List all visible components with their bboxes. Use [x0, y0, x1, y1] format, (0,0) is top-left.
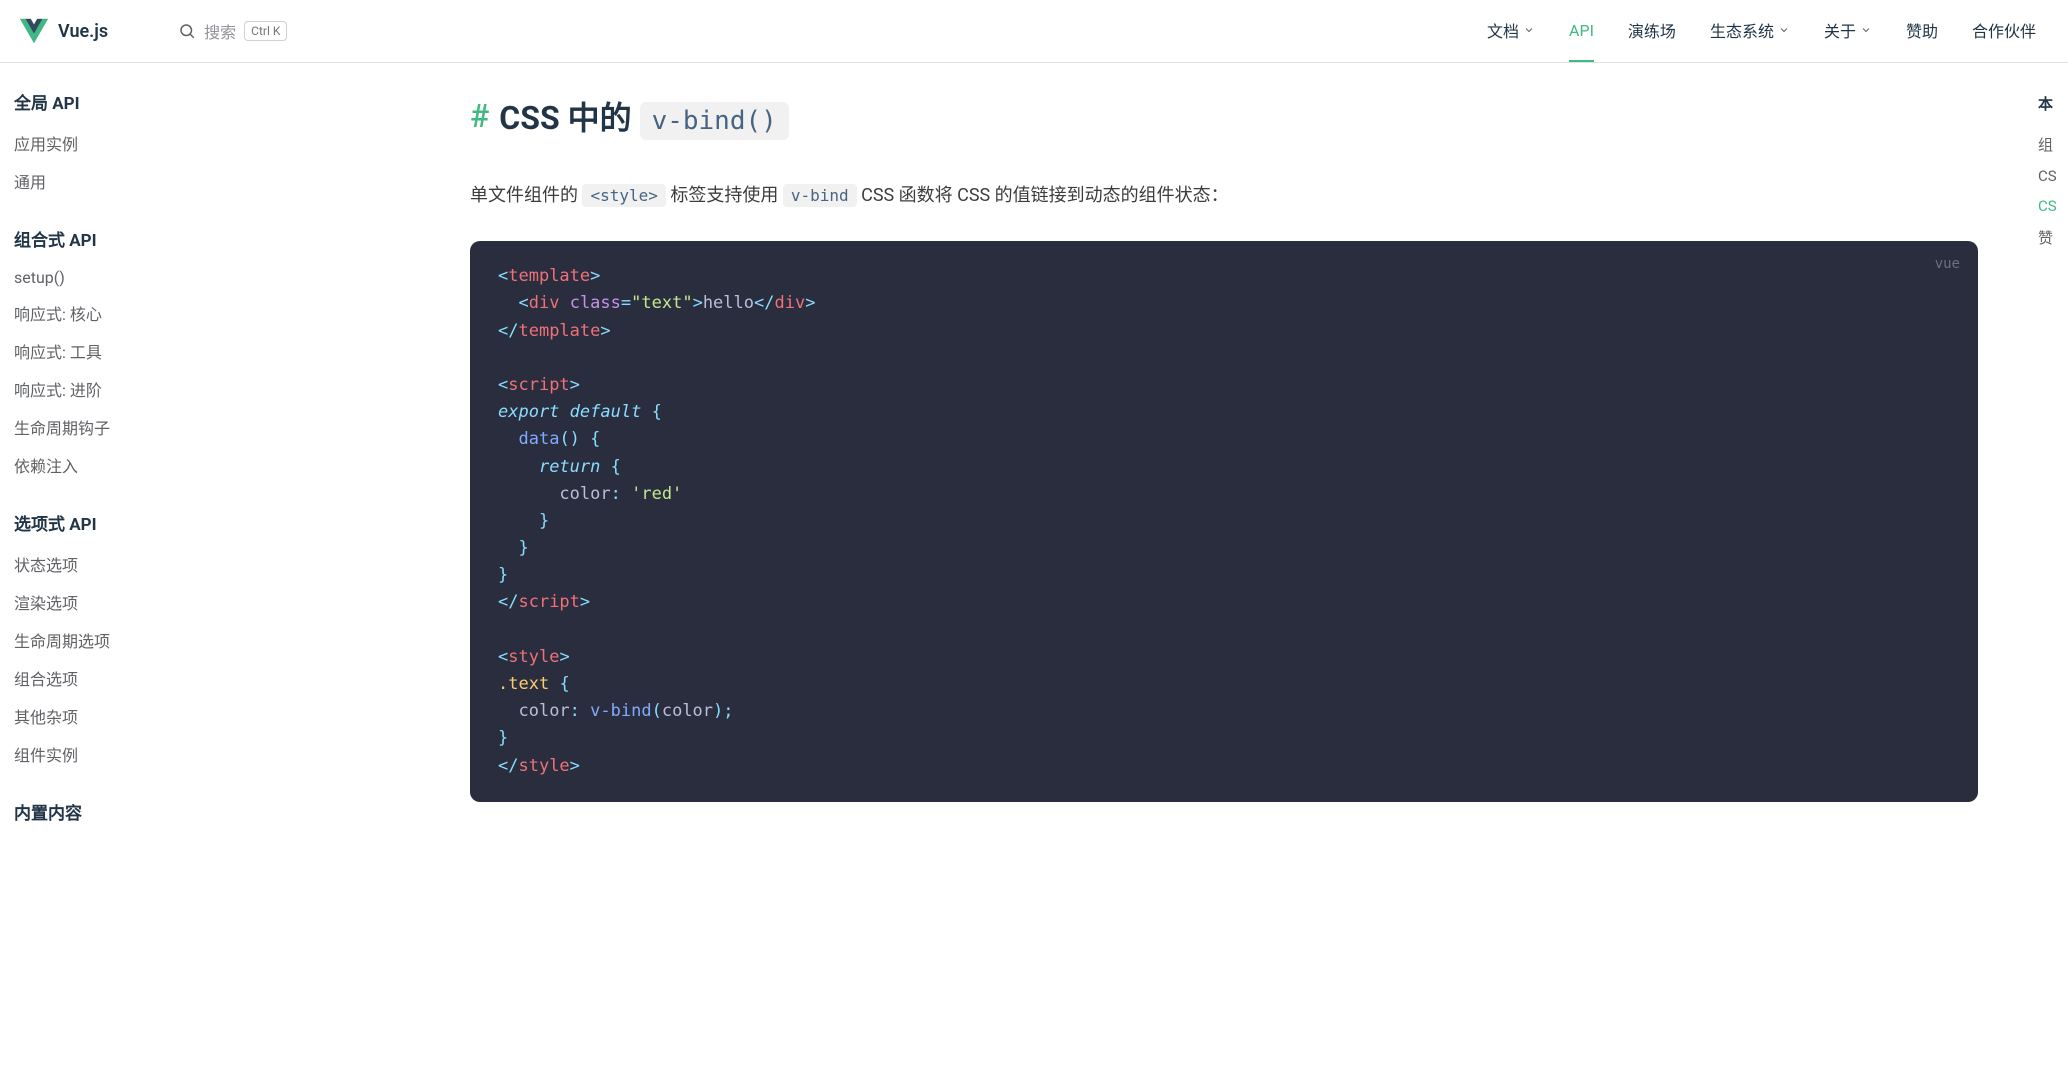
main-nav: 文档 API 演练场生态系统关于赞助合作伙伴: [1487, 0, 2036, 64]
sidebar-group-3: 内置内容: [14, 793, 350, 834]
nav-item-1[interactable]: API: [1569, 1, 1594, 62]
code-lang-label: vue: [1935, 253, 1960, 275]
top-navbar: Vue.js 搜索 Ctrl K 文档 API 演练场生态系统关于赞助合作伙伴: [0, 0, 2068, 63]
logo-link[interactable]: Vue.js: [20, 17, 108, 45]
sidebar-link-2-5[interactable]: 组件实例: [14, 735, 350, 773]
outline-item-3[interactable]: 赞: [2038, 221, 2068, 254]
chevron-down-icon: [1778, 24, 1790, 36]
vue-logo-icon: [20, 17, 48, 45]
nav-item-3[interactable]: 生态系统: [1710, 0, 1790, 64]
sidebar-link-0-1[interactable]: 通用: [14, 162, 350, 200]
sidebar-link-2-1[interactable]: 渲染选项: [14, 583, 350, 621]
sidebar-link-1-5[interactable]: 依赖注入: [14, 446, 350, 484]
brand-text: Vue.js: [58, 21, 108, 42]
nav-item-5[interactable]: 赞助: [1906, 0, 1938, 64]
search-shortcut: Ctrl K: [244, 21, 287, 41]
sidebar-link-1-3[interactable]: 响应式: 进阶: [14, 370, 350, 408]
outline-item-1[interactable]: CS: [2038, 161, 2068, 191]
nav-item-6[interactable]: 合作伙伴: [1972, 0, 2036, 64]
nav-item-4[interactable]: 关于: [1824, 0, 1872, 64]
sidebar-link-1-2[interactable]: 响应式: 工具: [14, 332, 350, 370]
intro-paragraph: 单文件组件的 <style> 标签支持使用 v-bind CSS 函数将 CSS…: [470, 179, 1978, 213]
chevron-down-icon: [1523, 24, 1535, 36]
search-placeholder: 搜索: [204, 19, 236, 43]
sidebar-group-title: 选项式 API: [14, 504, 350, 545]
sidebar-group-2: 选项式 API状态选项渲染选项生命周期选项组合选项其他杂项组件实例: [14, 504, 350, 773]
sidebar-group-title: 全局 API: [14, 83, 350, 124]
sidebar-group-title: 组合式 API: [14, 220, 350, 261]
page-body: 全局 API应用实例通用组合式 APIsetup()响应式: 核心响应式: 工具…: [0, 63, 2068, 1077]
nav-item-0[interactable]: 文档: [1487, 0, 1535, 64]
heading-text: CSS 中的: [499, 99, 639, 137]
sidebar-group-title: 内置内容: [14, 793, 350, 834]
code-vbind: v-bind: [783, 184, 857, 207]
outline-item-2[interactable]: CS: [2038, 191, 2068, 221]
sidebar-link-2-3[interactable]: 组合选项: [14, 659, 350, 697]
left-sidebar[interactable]: 全局 API应用实例通用组合式 APIsetup()响应式: 核心响应式: 工具…: [0, 63, 350, 1077]
outline-item-0[interactable]: 组: [2038, 128, 2068, 161]
right-outline: 本 组CSCS赞: [2038, 63, 2068, 1077]
chevron-down-icon: [1860, 24, 1872, 36]
sidebar-link-1-0[interactable]: setup(): [14, 261, 350, 294]
code-block: vue <template> <div class="text">hello</…: [470, 241, 1978, 802]
main-content: # CSS 中的 v-bind() 单文件组件的 <style> 标签支持使用 …: [350, 63, 2038, 1077]
nav-item-2[interactable]: 演练场: [1628, 0, 1676, 64]
heading-anchor[interactable]: #: [470, 97, 489, 135]
sidebar-group-1: 组合式 APIsetup()响应式: 核心响应式: 工具响应式: 进阶生命周期钩…: [14, 220, 350, 484]
sidebar-link-1-4[interactable]: 生命周期钩子: [14, 408, 350, 446]
sidebar-link-1-1[interactable]: 响应式: 核心: [14, 294, 350, 332]
sidebar-link-2-0[interactable]: 状态选项: [14, 545, 350, 583]
search-button[interactable]: 搜索 Ctrl K: [178, 19, 287, 43]
sidebar-link-2-4[interactable]: 其他杂项: [14, 697, 350, 735]
heading-code: v-bind(): [640, 102, 789, 140]
outline-title: 本: [2038, 93, 2068, 114]
page-heading: # CSS 中的 v-bind(): [470, 93, 1978, 139]
sidebar-link-2-2[interactable]: 生命周期选项: [14, 621, 350, 659]
sidebar-group-0: 全局 API应用实例通用: [14, 83, 350, 200]
code-style-tag: <style>: [582, 184, 665, 207]
search-icon: [178, 22, 196, 40]
sidebar-link-0-0[interactable]: 应用实例: [14, 124, 350, 162]
